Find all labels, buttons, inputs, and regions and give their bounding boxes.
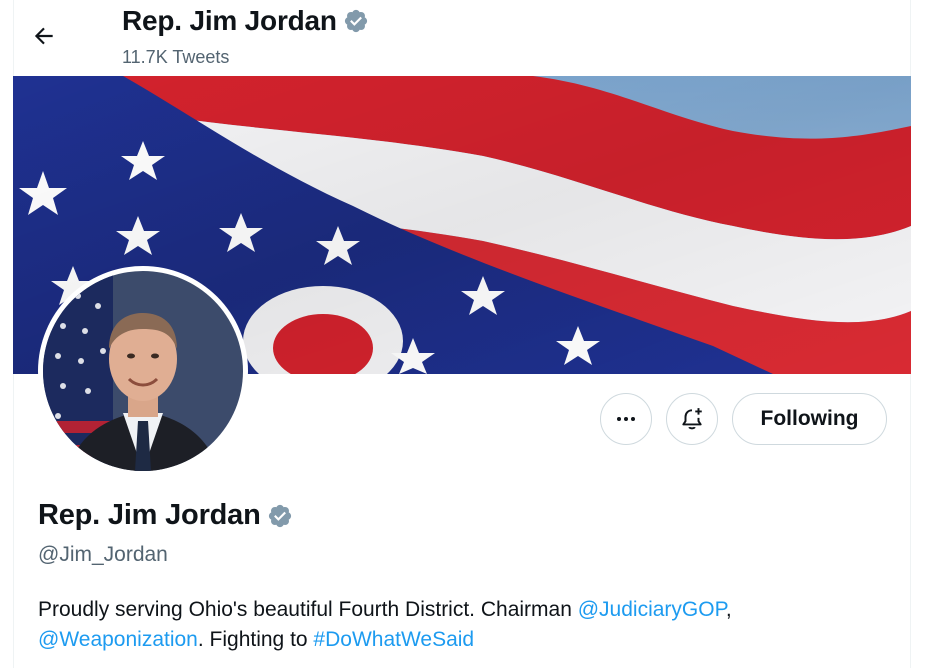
profile-handle: @Jim_Jordan	[38, 543, 168, 566]
header-title: Rep. Jim Jordan	[122, 5, 369, 37]
bio-text: . Fighting to	[197, 628, 314, 651]
bio-text: ,	[725, 598, 732, 621]
tweet-count: 11.7K Tweets	[122, 47, 230, 67]
more-dots-icon	[617, 417, 635, 421]
verified-badge-icon[interactable]	[267, 503, 293, 529]
more-button[interactable]	[600, 393, 652, 445]
hashtag-link[interactable]: #DoWhatWeSaid	[313, 628, 474, 651]
back-button[interactable]	[26, 18, 62, 54]
profile-bio: Proudly serving Ohio's beautiful Fourth …	[38, 595, 878, 655]
profile-photo-avatar	[43, 271, 243, 471]
bell-plus-icon	[682, 408, 702, 430]
mention-link-judiciarygop[interactable]: @JudiciaryGOP	[578, 598, 726, 621]
notifications-button[interactable]	[666, 393, 718, 445]
profile-name-row: Rep. Jim Jordan	[38, 499, 293, 532]
profile-name: Rep. Jim Jordan	[38, 499, 261, 531]
header-name: Rep. Jim Jordan	[122, 5, 337, 36]
profile-avatar[interactable]	[38, 266, 248, 476]
mention-link-weaponization[interactable]: @Weaponization	[38, 628, 198, 651]
arrow-left-icon	[34, 27, 53, 45]
verified-badge-icon[interactable]	[343, 8, 369, 34]
bio-text: Proudly serving Ohio's beautiful Fourth …	[38, 598, 578, 621]
following-button[interactable]: Following	[732, 393, 887, 445]
